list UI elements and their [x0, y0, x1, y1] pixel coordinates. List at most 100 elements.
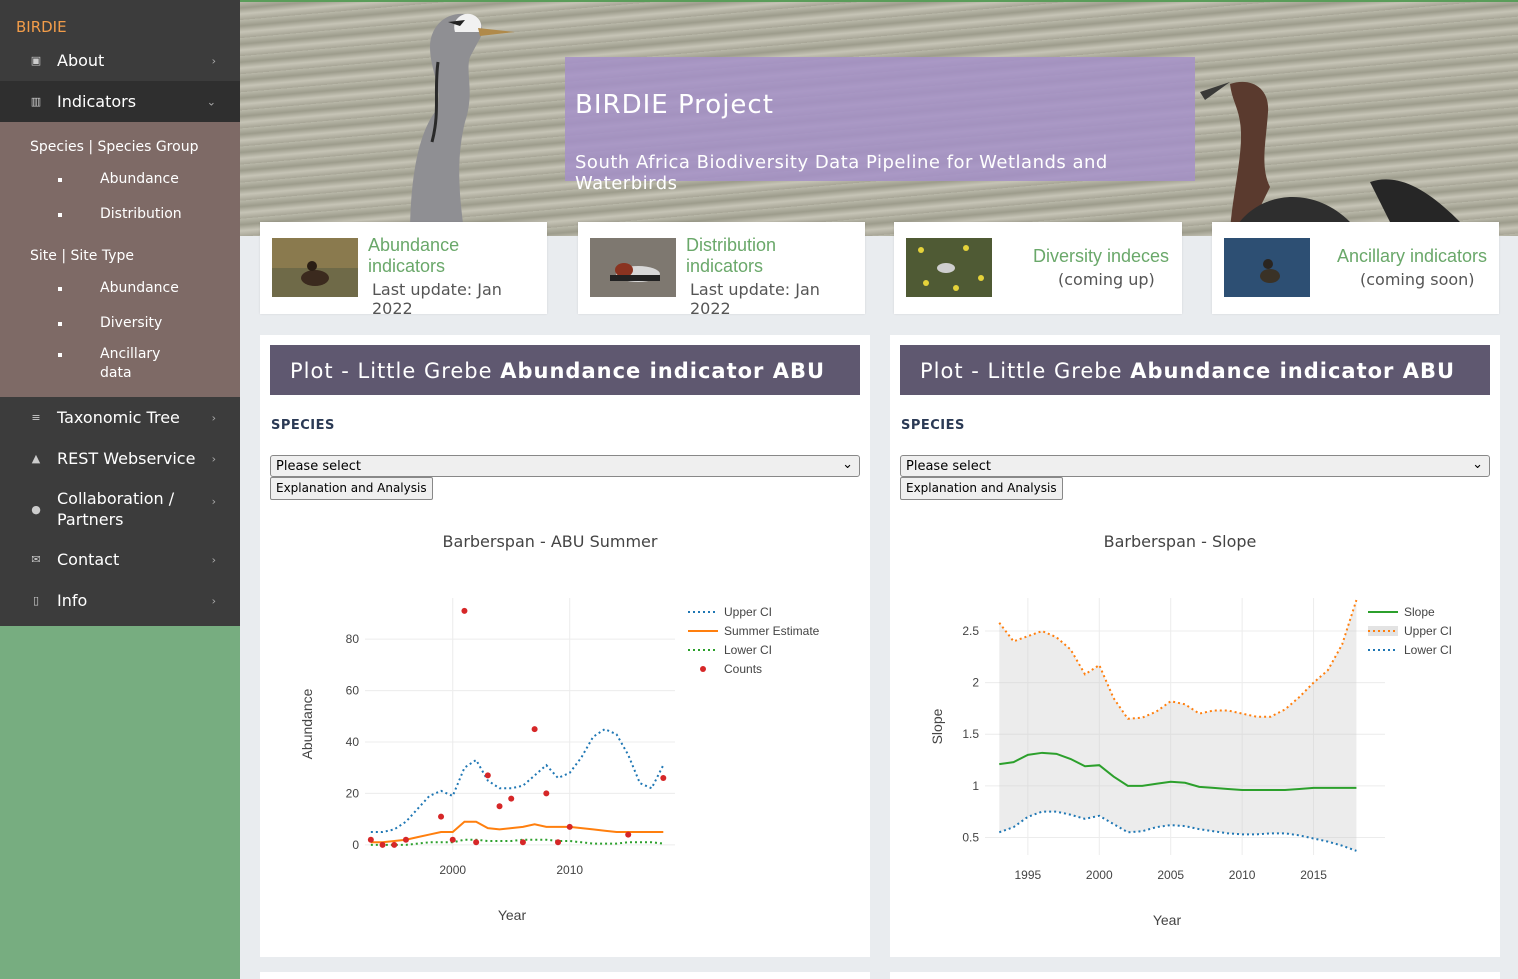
- panel-bottom-edge: [890, 972, 1500, 979]
- card-title: Diversity indeces: [1033, 246, 1170, 266]
- sidebar-item-taxonomic-tree[interactable]: ≡ Taxonomic Tree ›: [0, 397, 240, 438]
- count-point: [391, 841, 398, 848]
- count-point: [367, 836, 374, 843]
- legend-label: Lower CI: [724, 643, 772, 657]
- count-point: [438, 813, 445, 820]
- sidebar-item-collaboration[interactable]: ● Collaboration / Partners ›: [0, 479, 240, 539]
- sidebar-item-info[interactable]: ▯ Info ›: [0, 580, 240, 621]
- panel-header-prefix: Plot - Little Grebe: [920, 359, 1131, 383]
- y-tick-label: 0: [352, 838, 359, 852]
- submenu-site-abundance[interactable]: Abundance: [0, 271, 240, 306]
- submenu-site-diversity[interactable]: Diversity: [0, 306, 240, 341]
- sidebar-item-label: Info: [57, 591, 88, 610]
- legend-label: Lower CI: [1404, 643, 1452, 657]
- species-select[interactable]: Please select ⌄: [270, 455, 860, 477]
- chart-title: Barberspan - Slope: [1103, 532, 1257, 551]
- ci-band: [999, 600, 1357, 851]
- card-title: Abundance indicators: [368, 235, 459, 277]
- chevron-down-icon: ⌄: [1472, 457, 1483, 472]
- sidebar-top: BIRDIE ▣ About › ▥ Indicators ⌄: [0, 0, 240, 122]
- sidebar-item-about[interactable]: ▣ About ›: [0, 40, 240, 81]
- sidebar-bottom: ≡ Taxonomic Tree › ▲ REST Webservice › ●…: [0, 397, 240, 626]
- count-point: [508, 795, 515, 802]
- panel-abu-slope: Plot - Little Grebe Abundance indicator …: [890, 335, 1500, 957]
- sidebar-item-label: REST Webservice: [57, 449, 196, 468]
- sidebar-item-contact[interactable]: ✉ Contact ›: [0, 539, 240, 580]
- pochard-thumbnail: [590, 238, 676, 297]
- panel-header-prefix: Plot - Little Grebe: [290, 359, 501, 383]
- card-distribution-indicators[interactable]: Distribution indicators Last update: Jan …: [578, 222, 865, 318]
- legend-label: Counts: [724, 662, 762, 676]
- x-tick-label: 1995: [1015, 868, 1042, 882]
- species-select[interactable]: Please select ⌄: [900, 455, 1490, 477]
- hero-subtitle: South Africa Biodiversity Data Pipeline …: [575, 152, 1108, 194]
- count-point: [461, 607, 468, 614]
- grebe-thumbnail: [272, 238, 358, 297]
- abundance-chart: 2000 2010 0 20 40 60 80 Year Abundance Upper CI Su…: [299, 598, 820, 923]
- sidebar: BIRDIE ▣ About › ▥ Indicators ⌄ Species …: [0, 0, 240, 979]
- y-tick-label: 40: [346, 735, 360, 749]
- chevron-right-icon: ›: [211, 411, 216, 424]
- submenu-label: Ancillary data: [100, 346, 161, 381]
- submenu-label: Distribution: [100, 206, 182, 222]
- sidebar-item-label: Collaboration / Partners: [57, 488, 174, 530]
- count-point: [449, 836, 456, 843]
- legend-label: Upper CI: [1404, 624, 1452, 638]
- sidebar-item-indicators[interactable]: ▥ Indicators ⌄: [0, 81, 240, 122]
- submenu-label: Abundance: [100, 280, 179, 296]
- y-tick-label: 2: [972, 676, 979, 690]
- count-point: [660, 775, 667, 781]
- submenu-species-distribution[interactable]: Distribution: [0, 197, 240, 232]
- panel-header: Plot - Little Grebe Abundance indicator …: [270, 345, 860, 435]
- series-line: [370, 838, 664, 846]
- card-abundance-indicators[interactable]: Abundance indicators Last update: Jan 202…: [260, 222, 547, 318]
- count-point: [473, 839, 480, 846]
- chevron-right-icon: ›: [211, 54, 216, 67]
- bullet-icon: [58, 353, 62, 357]
- submenu-species-abundance[interactable]: Abundance: [0, 162, 240, 197]
- image-icon: ▣: [30, 54, 42, 67]
- file-icon: ▯: [32, 594, 40, 607]
- select-value: Please select: [276, 459, 361, 474]
- explanation-button[interactable]: Explanation and Analysis: [270, 477, 433, 500]
- sidebar-item-label: Taxonomic Tree: [57, 408, 180, 427]
- bullet-icon: [58, 213, 62, 217]
- legend-label: Upper CI: [724, 605, 772, 619]
- y-axis-title: Abundance: [299, 688, 315, 759]
- y-tick-label: 20: [346, 786, 360, 800]
- sidebar-item-rest-webservice[interactable]: ▲ REST Webservice ›: [0, 438, 240, 479]
- bullet-icon: [58, 287, 62, 291]
- chevron-down-icon: ⌄: [842, 457, 853, 472]
- card-ancillary-indicators[interactable]: Ancillary indicators (coming soon): [1212, 222, 1499, 314]
- card-diversity-indices[interactable]: Diversity indeces (coming up): [894, 222, 1182, 314]
- species-label: SPECIES: [901, 418, 965, 433]
- submenu-label: Diversity: [100, 315, 163, 331]
- hero-title: BIRDIE Project: [575, 90, 774, 120]
- explanation-button[interactable]: Explanation and Analysis: [900, 477, 1063, 500]
- brand-logo[interactable]: BIRDIE: [0, 0, 240, 40]
- collab-line-1: Collaboration /: [57, 489, 175, 508]
- chevron-right-icon: ›: [211, 452, 216, 465]
- chevron-down-icon: ⌄: [206, 95, 216, 108]
- count-point: [566, 823, 573, 830]
- card-subtitle: Last update: Jan 2022: [690, 280, 820, 318]
- submenu-label: Abundance: [100, 171, 179, 187]
- species-label: SPECIES: [271, 418, 335, 433]
- card-title-line-1: Distribution: [686, 235, 777, 255]
- panel-header: Plot - Little Grebe Abundance indicator …: [900, 345, 1490, 435]
- series-line: [370, 820, 664, 844]
- y-tick-label: 2.5: [962, 624, 979, 638]
- hero-title-box: BIRDIE Project South Africa Biodiversity…: [565, 57, 1195, 194]
- collab-line-2: Partners: [57, 510, 124, 529]
- x-tick-label: 2005: [1157, 868, 1184, 882]
- count-point: [496, 803, 503, 810]
- panel-abu-summer: Plot - Little Grebe Abundance indicator …: [260, 335, 870, 957]
- bullet-icon: [58, 178, 62, 182]
- submenu-site-ancillary[interactable]: Ancillary data: [0, 341, 160, 389]
- darter-image: [1200, 81, 1460, 236]
- panel-bottom-edge: [260, 972, 870, 979]
- legend-swatch: [700, 666, 706, 672]
- count-point: [555, 839, 562, 846]
- legend-label: Slope: [1404, 605, 1435, 619]
- legend-label: Summer Estimate: [724, 624, 820, 638]
